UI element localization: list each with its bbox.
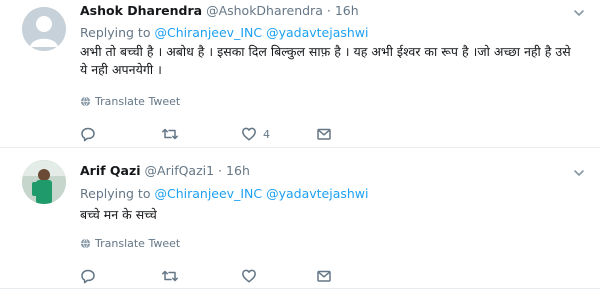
tweet-text: अभी तो बच्ची है । अबोध है । इसका दिल बिल…: [80, 44, 571, 77]
tweet-header: Ashok Dharendra @AshokDharendra · 16h: [80, 3, 359, 19]
tweet-text: बच्चे मन के सच्चे: [80, 207, 157, 222]
separator: ·: [218, 163, 223, 178]
tweet-actions: 4: [80, 124, 500, 144]
display-name[interactable]: Ashok Dharendra: [80, 3, 202, 18]
replying-label: Replying to: [80, 25, 151, 40]
tweet[interactable]: Ashok Dharendra @AshokDharendra · 16h Re…: [0, 0, 600, 147]
mention-link[interactable]: @yadavtejashwi: [266, 186, 368, 201]
avatar[interactable]: [22, 7, 66, 51]
mention-link[interactable]: @Chiranjeev_INC: [154, 186, 262, 201]
heart-icon: [242, 269, 256, 283]
globe-icon: [80, 96, 91, 107]
retweet-button[interactable]: [161, 266, 179, 286]
retweet-icon: [162, 128, 178, 140]
translate-label: Translate Tweet: [95, 95, 181, 108]
translate-label: Translate Tweet: [95, 237, 181, 250]
chevron-down-icon[interactable]: [572, 166, 586, 180]
translate-link[interactable]: Translate Tweet: [80, 95, 180, 109]
tweet-header: Arif Qazi @ArifQazi1 · 16h: [80, 163, 250, 179]
retweet-icon: [162, 270, 178, 282]
envelope-icon: [317, 270, 331, 282]
timestamp[interactable]: 16h: [226, 163, 250, 178]
chevron-down-icon[interactable]: [572, 6, 586, 20]
envelope-icon: [317, 128, 331, 140]
separator: ·: [326, 3, 331, 18]
globe-icon: [80, 238, 91, 249]
reply-icon: [81, 269, 95, 284]
divider: [0, 288, 600, 289]
tweet-actions: [80, 266, 500, 286]
replying-to: Replying to @Chiranjeev_INC @yadavtejash…: [80, 25, 368, 41]
mention-link[interactable]: @Chiranjeev_INC: [154, 25, 262, 40]
retweet-button[interactable]: [161, 124, 179, 144]
message-button[interactable]: [316, 124, 332, 144]
translate-link[interactable]: Translate Tweet: [80, 237, 180, 251]
user-photo: [22, 160, 66, 204]
tweet[interactable]: Arif Qazi @ArifQazi1 · 16h Replying to @…: [0, 148, 600, 288]
timestamp[interactable]: 16h: [335, 3, 359, 18]
display-name[interactable]: Arif Qazi: [80, 163, 141, 178]
heart-icon: [242, 127, 256, 141]
user-handle[interactable]: @AshokDharendra: [206, 3, 323, 18]
like-count: 4: [263, 127, 270, 141]
message-button[interactable]: [316, 266, 332, 286]
like-button[interactable]: [241, 266, 257, 286]
mention-link[interactable]: @yadavtejashwi: [266, 25, 368, 40]
like-button[interactable]: 4: [241, 124, 270, 144]
reply-button[interactable]: [80, 266, 96, 286]
avatar[interactable]: [22, 160, 66, 204]
user-handle[interactable]: @ArifQazi1: [145, 163, 215, 178]
replying-to: Replying to @Chiranjeev_INC @yadavtejash…: [80, 186, 368, 202]
default-avatar-icon: [22, 7, 66, 51]
reply-button[interactable]: [80, 124, 96, 144]
reply-icon: [81, 127, 95, 142]
replying-label: Replying to: [80, 186, 151, 201]
